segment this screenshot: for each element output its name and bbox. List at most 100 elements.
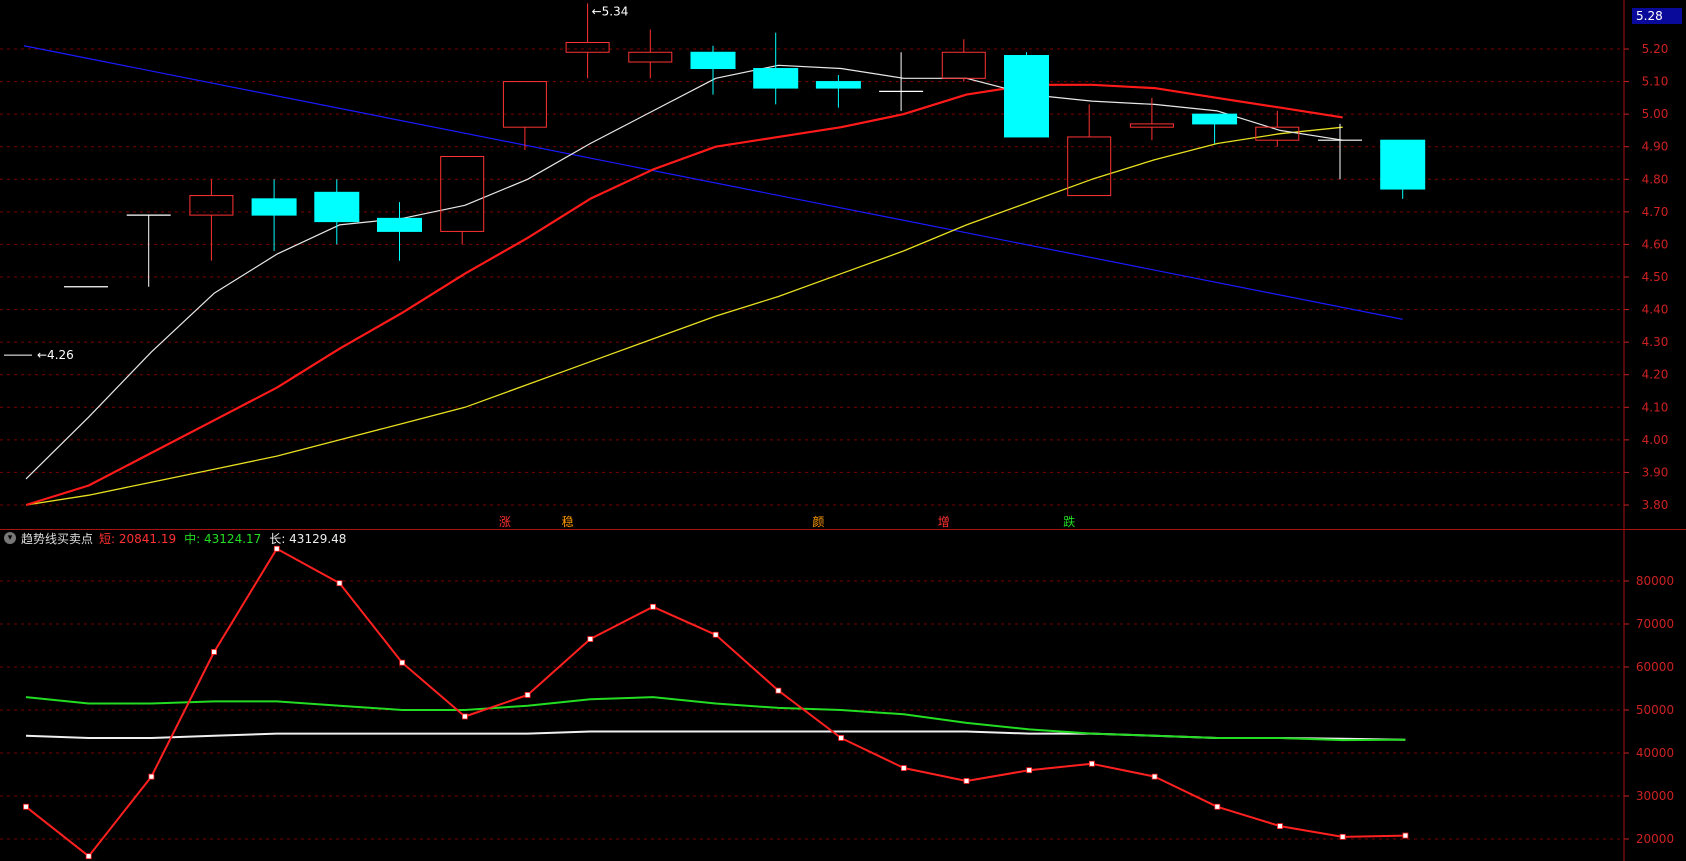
long-line bbox=[25, 730, 1406, 741]
short-point bbox=[85, 853, 92, 860]
indicator-tick-label: 20000 bbox=[1636, 832, 1674, 846]
current-price-tag: 5.28 bbox=[1632, 8, 1682, 24]
price-tick-label: 3.80 bbox=[1642, 498, 1669, 512]
candle-body bbox=[1004, 55, 1049, 138]
mid-value: 43124.17 bbox=[204, 531, 262, 546]
candle-body bbox=[1380, 139, 1426, 190]
candle[interactable] bbox=[1255, 110, 1300, 147]
candle-body bbox=[440, 155, 485, 232]
candle[interactable] bbox=[377, 202, 422, 261]
price-annotation: ←4.26 bbox=[4, 348, 74, 362]
indicator-name[interactable]: 趋势线买卖点 bbox=[21, 530, 93, 547]
short-point bbox=[587, 636, 594, 642]
signal-marker: 增 bbox=[938, 515, 950, 529]
long-legend: 长: 43129.48 bbox=[269, 531, 347, 546]
short-point bbox=[336, 580, 343, 587]
signal-marker: 跌 bbox=[1063, 514, 1075, 529]
short-value: 20841.19 bbox=[118, 531, 177, 546]
candle[interactable] bbox=[1380, 139, 1426, 199]
candle[interactable] bbox=[1067, 104, 1112, 197]
candle-body bbox=[502, 81, 547, 128]
indicator-tick-label: 70000 bbox=[1636, 617, 1674, 631]
price-tick-label: 5.20 bbox=[1642, 42, 1669, 56]
candle-body bbox=[753, 68, 799, 89]
short-point bbox=[838, 735, 844, 741]
short-point bbox=[148, 773, 155, 780]
annotation-label: ←4.26 bbox=[37, 348, 74, 362]
price-axis: 5.20 5.10 5.00 4.90 4.80 4.70 4.60 4.50 4.40 4.30… bbox=[1624, 42, 1668, 512]
indicator-tick-label: 30000 bbox=[1636, 789, 1674, 803]
signal-marker: 稳 bbox=[562, 514, 574, 529]
short-point bbox=[963, 778, 970, 784]
short-point bbox=[399, 659, 406, 666]
candle[interactable] bbox=[1004, 52, 1049, 138]
signal-marker-layer: 涨稳颜增跌 bbox=[499, 514, 1075, 529]
candle[interactable] bbox=[1129, 97, 1174, 141]
candle-body bbox=[628, 51, 673, 63]
short-point bbox=[273, 545, 280, 552]
price-tick-label: 4.80 bbox=[1642, 172, 1669, 186]
candle-body bbox=[251, 198, 297, 216]
price-tick-label: 4.00 bbox=[1642, 433, 1669, 447]
candle[interactable] bbox=[941, 39, 986, 82]
price-tick-label: 4.40 bbox=[1642, 303, 1669, 317]
short-point bbox=[23, 803, 29, 810]
mid-line bbox=[25, 696, 1406, 742]
ma-yellow-line bbox=[25, 126, 1343, 506]
mid-legend: 中: 43124.17 bbox=[184, 531, 262, 546]
price-tick-label: 4.90 bbox=[1642, 140, 1669, 154]
candle-body bbox=[815, 81, 861, 89]
price-annotation: ←5.34 bbox=[592, 4, 629, 18]
indicator-tick-label: 60000 bbox=[1636, 660, 1674, 674]
indicator-line-layer bbox=[23, 545, 1409, 860]
short-legend: 短: 20841.19 bbox=[99, 531, 177, 546]
price-tick-label: 4.50 bbox=[1642, 270, 1669, 284]
candle[interactable] bbox=[502, 81, 547, 150]
short-point bbox=[1339, 833, 1346, 840]
indicator-axis: 80000 70000 60000 50000 40000 30000 20000 bbox=[1624, 574, 1674, 846]
indicator-header: ▾ 趋势线买卖点 短: 20841.19 中: 43124.17 长: 4312… bbox=[4, 530, 346, 546]
indicator-tick-label: 80000 bbox=[1636, 574, 1674, 588]
mid-label: 中 bbox=[184, 531, 197, 546]
moving-average-layer bbox=[25, 64, 1343, 507]
short-point bbox=[712, 631, 719, 638]
short-point bbox=[900, 765, 907, 771]
short-point bbox=[211, 649, 218, 655]
short-point bbox=[775, 687, 782, 694]
candle[interactable] bbox=[628, 29, 673, 79]
price-tick-label: 5.10 bbox=[1642, 75, 1669, 89]
candle-body bbox=[1067, 136, 1112, 197]
signal-marker: 颜 bbox=[812, 514, 824, 529]
candle[interactable] bbox=[126, 214, 171, 287]
candle[interactable] bbox=[815, 75, 861, 108]
candle[interactable] bbox=[753, 32, 799, 105]
price-tick-label: 4.10 bbox=[1642, 400, 1669, 414]
price-tick-label: 4.20 bbox=[1642, 368, 1669, 382]
candle[interactable] bbox=[314, 179, 360, 245]
short-point bbox=[1214, 803, 1221, 810]
ma-red-line bbox=[25, 83, 1343, 507]
candle[interactable] bbox=[1192, 113, 1238, 144]
candle[interactable] bbox=[251, 179, 297, 251]
short-point bbox=[524, 692, 531, 698]
signal-marker: 涨 bbox=[499, 514, 511, 529]
candle[interactable] bbox=[879, 52, 924, 111]
long-value: 43129.48 bbox=[289, 531, 347, 546]
indicator-tick-label: 40000 bbox=[1636, 746, 1674, 760]
candle[interactable] bbox=[1318, 123, 1362, 180]
short-point bbox=[1089, 760, 1095, 767]
short-point bbox=[1151, 773, 1158, 780]
short-point bbox=[1402, 832, 1409, 839]
price-tick-label: 4.30 bbox=[1642, 335, 1669, 349]
chevron-down-icon[interactable]: ▾ bbox=[4, 532, 16, 544]
candle[interactable] bbox=[189, 179, 234, 261]
price-tick-label: 4.60 bbox=[1642, 237, 1669, 251]
short-point bbox=[1026, 767, 1033, 774]
candle-body bbox=[941, 51, 986, 79]
candle-body bbox=[1129, 123, 1174, 128]
stock-chart[interactable]: 5.20 5.10 5.00 4.90 4.80 4.70 4.60 4.50 4.40 4.30… bbox=[0, 0, 1686, 861]
candle-body bbox=[1192, 113, 1238, 125]
indicator-tick-label: 50000 bbox=[1636, 703, 1674, 717]
price-annotation-layer: ←5.34 ←4.26 bbox=[4, 4, 628, 362]
candle-body bbox=[690, 51, 736, 70]
